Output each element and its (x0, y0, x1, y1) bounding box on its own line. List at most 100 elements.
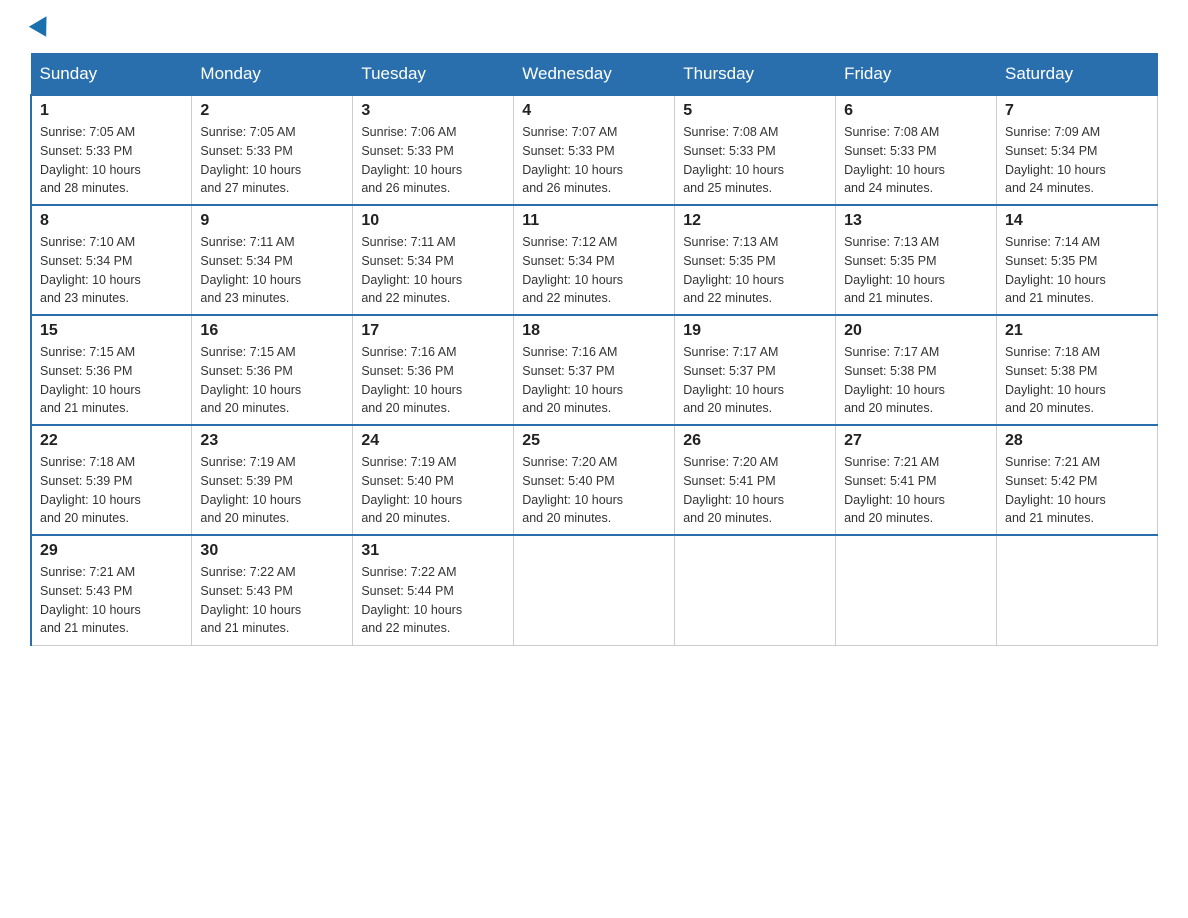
calendar-cell: 19 Sunrise: 7:17 AMSunset: 5:37 PMDayligh… (675, 315, 836, 425)
day-number: 12 (683, 212, 827, 230)
day-number: 21 (1005, 322, 1149, 340)
calendar-cell: 11 Sunrise: 7:12 AMSunset: 5:34 PMDayligh… (514, 205, 675, 315)
day-number: 3 (361, 102, 505, 120)
day-number: 27 (844, 432, 988, 450)
week-row-2: 8Sunrise: 7:10 AMSunset: 5:34 PMDaylight… (31, 205, 1158, 315)
day-number: 6 (844, 102, 988, 120)
week-row-3: 15 Sunrise: 7:15 AMSunset: 5:36 PMDayligh… (31, 315, 1158, 425)
day-number: 19 (683, 322, 827, 340)
day-number: 5 (683, 102, 827, 120)
day-info: Sunrise: 7:08 AMSunset: 5:33 PMDaylight:… (683, 123, 827, 198)
calendar-cell: 28 Sunrise: 7:21 AMSunset: 5:42 PMDayligh… (997, 425, 1158, 535)
calendar-cell: 21 Sunrise: 7:18 AMSunset: 5:38 PMDayligh… (997, 315, 1158, 425)
day-number: 15 (40, 322, 183, 340)
calendar-cell: 4 Sunrise: 7:07 AMSunset: 5:33 PMDaylight… (514, 95, 675, 205)
week-row-5: 29 Sunrise: 7:21 AMSunset: 5:43 PMDayligh… (31, 535, 1158, 645)
day-number: 18 (522, 322, 666, 340)
calendar-cell: 15 Sunrise: 7:15 AMSunset: 5:36 PMDayligh… (31, 315, 192, 425)
calendar-cell: 3 Sunrise: 7:06 AMSunset: 5:33 PMDaylight… (353, 95, 514, 205)
day-number: 13 (844, 212, 988, 230)
day-number: 11 (522, 212, 666, 230)
calendar-cell: 24 Sunrise: 7:19 AMSunset: 5:40 PMDayligh… (353, 425, 514, 535)
header-wednesday: Wednesday (514, 54, 675, 96)
header-tuesday: Tuesday (353, 54, 514, 96)
day-number: 23 (200, 432, 344, 450)
day-number: 31 (361, 542, 505, 560)
day-number: 24 (361, 432, 505, 450)
day-info: Sunrise: 7:18 AMSunset: 5:39 PMDaylight:… (40, 453, 183, 528)
day-info: Sunrise: 7:06 AMSunset: 5:33 PMDaylight:… (361, 123, 505, 198)
calendar-cell: 14 Sunrise: 7:14 AMSunset: 5:35 PMDayligh… (997, 205, 1158, 315)
day-info: Sunrise: 7:12 AMSunset: 5:34 PMDaylight:… (522, 233, 666, 308)
week-row-4: 22 Sunrise: 7:18 AMSunset: 5:39 PMDayligh… (31, 425, 1158, 535)
day-info: Sunrise: 7:10 AMSunset: 5:34 PMDaylight:… (40, 233, 183, 308)
day-number: 1 (40, 102, 183, 120)
day-info: Sunrise: 7:14 AMSunset: 5:35 PMDaylight:… (1005, 233, 1149, 308)
day-info: Sunrise: 7:17 AMSunset: 5:37 PMDaylight:… (683, 343, 827, 418)
day-number: 14 (1005, 212, 1149, 230)
calendar-cell: 2Sunrise: 7:05 AMSunset: 5:33 PMDaylight… (192, 95, 353, 205)
day-number: 7 (1005, 102, 1149, 120)
day-number: 22 (40, 432, 183, 450)
calendar-cell: 7Sunrise: 7:09 AMSunset: 5:34 PMDaylight… (997, 95, 1158, 205)
day-info: Sunrise: 7:11 AMSunset: 5:34 PMDaylight:… (361, 233, 505, 308)
calendar-cell: 25 Sunrise: 7:20 AMSunset: 5:40 PMDayligh… (514, 425, 675, 535)
day-info: Sunrise: 7:21 AMSunset: 5:43 PMDaylight:… (40, 563, 183, 638)
calendar-cell (836, 535, 997, 645)
day-number: 28 (1005, 432, 1149, 450)
day-number: 26 (683, 432, 827, 450)
calendar-cell (514, 535, 675, 645)
day-info: Sunrise: 7:08 AMSunset: 5:33 PMDaylight:… (844, 123, 988, 198)
calendar-cell: 17Sunrise: 7:16 AMSunset: 5:36 PMDayligh… (353, 315, 514, 425)
page-header (30, 20, 1158, 35)
week-row-1: 1Sunrise: 7:05 AMSunset: 5:33 PMDaylight… (31, 95, 1158, 205)
day-number: 10 (361, 212, 505, 230)
header-thursday: Thursday (675, 54, 836, 96)
day-info: Sunrise: 7:07 AMSunset: 5:33 PMDaylight:… (522, 123, 666, 198)
day-info: Sunrise: 7:19 AMSunset: 5:40 PMDaylight:… (361, 453, 505, 528)
calendar-cell: 5 Sunrise: 7:08 AMSunset: 5:33 PMDaylight… (675, 95, 836, 205)
day-info: Sunrise: 7:22 AMSunset: 5:44 PMDaylight:… (361, 563, 505, 638)
logo-triangle-icon (29, 11, 55, 37)
day-number: 4 (522, 102, 666, 120)
calendar-cell: 12 Sunrise: 7:13 AMSunset: 5:35 PMDayligh… (675, 205, 836, 315)
calendar-cell: 27 Sunrise: 7:21 AMSunset: 5:41 PMDayligh… (836, 425, 997, 535)
day-info: Sunrise: 7:20 AMSunset: 5:41 PMDaylight:… (683, 453, 827, 528)
day-number: 2 (200, 102, 344, 120)
day-info: Sunrise: 7:17 AMSunset: 5:38 PMDaylight:… (844, 343, 988, 418)
day-info: Sunrise: 7:15 AMSunset: 5:36 PMDaylight:… (40, 343, 183, 418)
day-info: Sunrise: 7:16 AMSunset: 5:36 PMDaylight:… (361, 343, 505, 418)
header-monday: Monday (192, 54, 353, 96)
calendar-cell: 23Sunrise: 7:19 AMSunset: 5:39 PMDayligh… (192, 425, 353, 535)
day-info: Sunrise: 7:18 AMSunset: 5:38 PMDaylight:… (1005, 343, 1149, 418)
calendar-table: SundayMondayTuesdayWednesdayThursdayFrid… (30, 53, 1158, 646)
header-sunday: Sunday (31, 54, 192, 96)
day-info: Sunrise: 7:21 AMSunset: 5:42 PMDaylight:… (1005, 453, 1149, 528)
day-info: Sunrise: 7:15 AMSunset: 5:36 PMDaylight:… (200, 343, 344, 418)
day-number: 30 (200, 542, 344, 560)
day-info: Sunrise: 7:21 AMSunset: 5:41 PMDaylight:… (844, 453, 988, 528)
calendar-header: SundayMondayTuesdayWednesdayThursdayFrid… (31, 54, 1158, 96)
calendar-cell: 1Sunrise: 7:05 AMSunset: 5:33 PMDaylight… (31, 95, 192, 205)
logo (30, 20, 52, 35)
day-number: 29 (40, 542, 183, 560)
calendar-cell: 31 Sunrise: 7:22 AMSunset: 5:44 PMDayligh… (353, 535, 514, 645)
calendar-cell: 22 Sunrise: 7:18 AMSunset: 5:39 PMDayligh… (31, 425, 192, 535)
day-info: Sunrise: 7:13 AMSunset: 5:35 PMDaylight:… (844, 233, 988, 308)
day-number: 20 (844, 322, 988, 340)
calendar-cell: 10 Sunrise: 7:11 AMSunset: 5:34 PMDayligh… (353, 205, 514, 315)
calendar-cell: 13 Sunrise: 7:13 AMSunset: 5:35 PMDayligh… (836, 205, 997, 315)
calendar-cell (675, 535, 836, 645)
calendar-cell: 16 Sunrise: 7:15 AMSunset: 5:36 PMDayligh… (192, 315, 353, 425)
day-info: Sunrise: 7:11 AMSunset: 5:34 PMDaylight:… (200, 233, 344, 308)
calendar-cell: 26 Sunrise: 7:20 AMSunset: 5:41 PMDayligh… (675, 425, 836, 535)
calendar-cell: 18Sunrise: 7:16 AMSunset: 5:37 PMDayligh… (514, 315, 675, 425)
day-number: 25 (522, 432, 666, 450)
calendar-cell: 20 Sunrise: 7:17 AMSunset: 5:38 PMDayligh… (836, 315, 997, 425)
header-friday: Friday (836, 54, 997, 96)
day-info: Sunrise: 7:13 AMSunset: 5:35 PMDaylight:… (683, 233, 827, 308)
header-saturday: Saturday (997, 54, 1158, 96)
day-number: 16 (200, 322, 344, 340)
calendar-cell: 30Sunrise: 7:22 AMSunset: 5:43 PMDayligh… (192, 535, 353, 645)
day-info: Sunrise: 7:20 AMSunset: 5:40 PMDaylight:… (522, 453, 666, 528)
